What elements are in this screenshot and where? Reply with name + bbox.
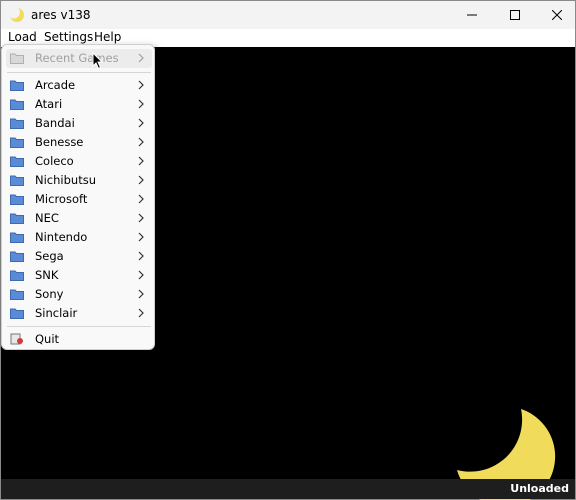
- folder-icon: [10, 118, 24, 129]
- menu-item-label: Benesse: [35, 135, 84, 149]
- menu-item-nichibutsu[interactable]: Nichibutsu: [6, 171, 152, 190]
- folder-icon: [10, 156, 24, 167]
- chevron-right-icon: [138, 137, 144, 147]
- menu-item-sega[interactable]: Sega: [6, 247, 152, 266]
- menu-item-label: Sega: [35, 249, 64, 263]
- chevron-right-icon: [138, 270, 144, 280]
- chevron-right-icon: [138, 194, 144, 204]
- menu-item-label: Sony: [35, 287, 64, 301]
- chevron-right-icon: [138, 175, 144, 185]
- menu-item-label: Coleco: [35, 154, 74, 168]
- menu-item-quit[interactable]: Quit: [6, 330, 152, 349]
- folder-icon: [10, 137, 24, 148]
- folder-icon: [10, 289, 24, 300]
- menu-item-label: NEC: [35, 211, 59, 225]
- minimize-button[interactable]: [450, 1, 494, 29]
- menu-item-bandai[interactable]: Bandai: [6, 114, 152, 133]
- close-button[interactable]: [535, 1, 576, 29]
- menu-separator: [7, 72, 151, 73]
- menu-item-label: Quit: [35, 332, 60, 346]
- menu-help[interactable]: Help: [94, 30, 121, 44]
- chevron-right-icon: [138, 232, 144, 242]
- chevron-right-icon: [138, 80, 144, 90]
- folder-icon: [10, 175, 24, 186]
- folder-icon: [10, 53, 24, 64]
- menu-item-coleco[interactable]: Coleco: [6, 152, 152, 171]
- status-bar: Unloaded: [1, 479, 575, 499]
- chevron-right-icon: [138, 99, 144, 109]
- menu-settings[interactable]: Settings: [44, 30, 93, 44]
- maximize-icon: [510, 10, 520, 20]
- quit-icon: [10, 333, 23, 345]
- window-title: ares v138: [31, 8, 91, 22]
- folder-icon: [10, 194, 24, 205]
- menu-item-sinclair[interactable]: Sinclair: [6, 304, 152, 323]
- menu-item-label: Nintendo: [35, 230, 88, 244]
- chevron-right-icon: [138, 289, 144, 299]
- chevron-right-icon: [138, 53, 144, 63]
- title-bar[interactable]: ares v138: [1, 1, 575, 29]
- folder-icon: [10, 251, 24, 262]
- menu-item-recent-games[interactable]: Recent Games: [6, 49, 152, 68]
- minimize-icon: [467, 14, 477, 16]
- menu-item-label: Atari: [35, 97, 63, 111]
- mouse-cursor-icon: [92, 52, 104, 70]
- menu-item-nec[interactable]: NEC: [6, 209, 152, 228]
- menu-item-label: Arcade: [35, 78, 76, 92]
- folder-icon: [10, 99, 24, 110]
- folder-icon: [10, 270, 24, 281]
- load-menu-dropdown: Recent Games Arcade Atari Bandai Benesse…: [1, 44, 155, 350]
- chevron-right-icon: [138, 251, 144, 261]
- menu-item-label: Microsoft: [35, 192, 88, 206]
- status-text: Unloaded: [510, 482, 569, 495]
- folder-icon: [10, 232, 24, 243]
- menu-item-sony[interactable]: Sony: [6, 285, 152, 304]
- chevron-right-icon: [138, 308, 144, 318]
- chevron-right-icon: [138, 213, 144, 223]
- menu-item-label: Bandai: [35, 116, 75, 130]
- menu-separator: [7, 326, 151, 327]
- chevron-right-icon: [138, 118, 144, 128]
- menu-item-label: Recent Games: [35, 51, 119, 65]
- menu-item-label: Sinclair: [35, 306, 78, 320]
- menu-item-label: Nichibutsu: [35, 173, 96, 187]
- menu-item-nintendo[interactable]: Nintendo: [6, 228, 152, 247]
- menu-item-benesse[interactable]: Benesse: [6, 133, 152, 152]
- crescent-moon-icon: [9, 7, 24, 22]
- menu-item-microsoft[interactable]: Microsoft: [6, 190, 152, 209]
- menu-item-snk[interactable]: SNK: [6, 266, 152, 285]
- menu-item-atari[interactable]: Atari: [6, 95, 152, 114]
- folder-icon: [10, 80, 24, 91]
- close-icon: [552, 10, 562, 20]
- chevron-right-icon: [138, 156, 144, 166]
- folder-icon: [10, 308, 24, 319]
- menu-load[interactable]: Load: [8, 30, 37, 44]
- menu-item-arcade[interactable]: Arcade: [6, 76, 152, 95]
- folder-icon: [10, 213, 24, 224]
- maximize-button[interactable]: [493, 1, 537, 29]
- menu-item-label: SNK: [35, 268, 59, 282]
